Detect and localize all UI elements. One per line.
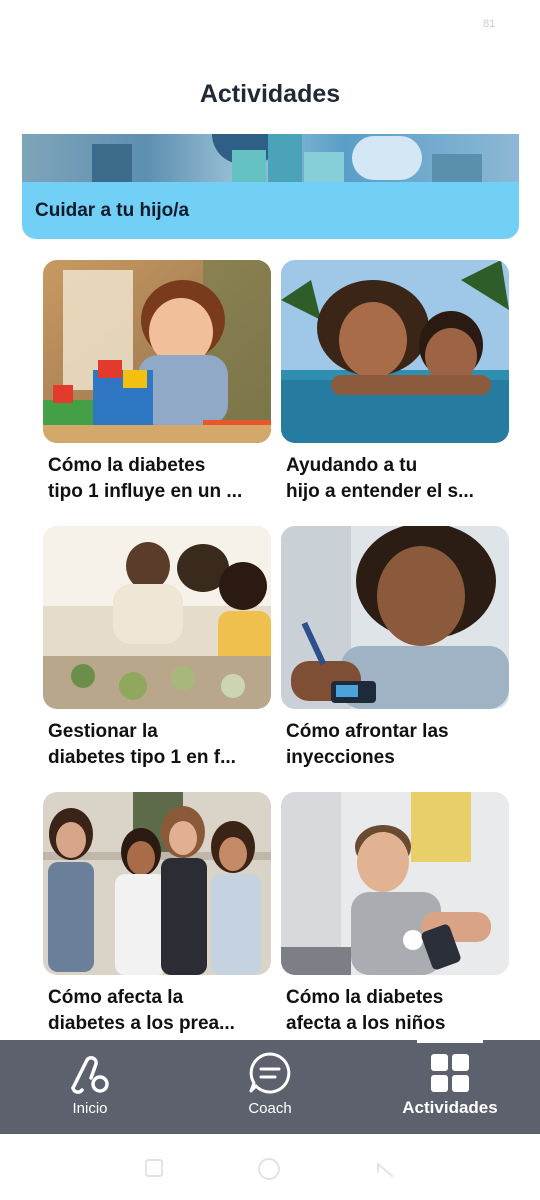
battery-level: 81 — [483, 18, 496, 30]
nav-label: Coach — [248, 1100, 292, 1117]
activity-card[interactable]: Ayudando a tu hijo a entender el s... — [281, 260, 509, 505]
chat-icon — [247, 1050, 293, 1096]
activity-card[interactable]: Gestionar la diabetes tipo 1 en f... — [43, 526, 271, 771]
card-image-boy-sensor — [281, 792, 509, 975]
system-navigation-bar — [0, 1134, 540, 1200]
card-image-girl-glucose-meter — [281, 526, 509, 709]
activity-card[interactable]: Cómo afrontar las inyecciones — [281, 526, 509, 771]
nav-actividades[interactable]: Actividades — [360, 1040, 540, 1134]
nav-label: Inicio — [72, 1100, 108, 1117]
back-icon[interactable] — [374, 1158, 396, 1185]
active-tab-indicator — [417, 1040, 483, 1043]
banner-label: Cuidar a tu hijo/a — [35, 200, 190, 221]
nav-label: Actividades — [402, 1098, 498, 1117]
card-title: Cómo la diabetes tipo 1 influye en un ..… — [48, 455, 243, 502]
card-title: Cómo la diabetes afecta a los niños — [286, 987, 446, 1034]
card-image-pool-family — [281, 260, 509, 443]
grid-icon — [427, 1050, 473, 1096]
page-title: Actividades — [199, 80, 341, 108]
card-image-boy-lego — [43, 260, 271, 443]
recents-icon[interactable] — [144, 1158, 164, 1183]
card-title: Cómo afrontar las inyecciones — [286, 721, 449, 768]
category-banner[interactable]: Cuidar a tu hijo/a — [22, 134, 519, 239]
card-title: Ayudando a tu hijo a entender el s... — [286, 455, 474, 502]
loop-icon — [67, 1050, 113, 1096]
card-title: Gestionar la diabetes tipo 1 en f... — [48, 721, 236, 768]
activity-card[interactable]: Cómo la diabetes tipo 1 influye en un ..… — [43, 260, 271, 505]
nav-inicio[interactable]: Inicio — [0, 1040, 180, 1134]
activity-card[interactable]: Cómo afecta la diabetes a los prea... — [43, 792, 271, 1037]
bottom-navigation: Inicio Coach Actividades — [0, 1040, 540, 1134]
card-image-family-cooking — [43, 526, 271, 709]
nav-coach[interactable]: Coach — [180, 1040, 360, 1134]
card-title: Cómo afecta la diabetes a los prea... — [48, 987, 235, 1034]
card-image-teenagers-group — [43, 792, 271, 975]
home-icon[interactable] — [256, 1156, 282, 1187]
banner-image — [22, 134, 519, 182]
activity-card[interactable]: Cómo la diabetes afecta a los niños — [281, 792, 509, 1037]
